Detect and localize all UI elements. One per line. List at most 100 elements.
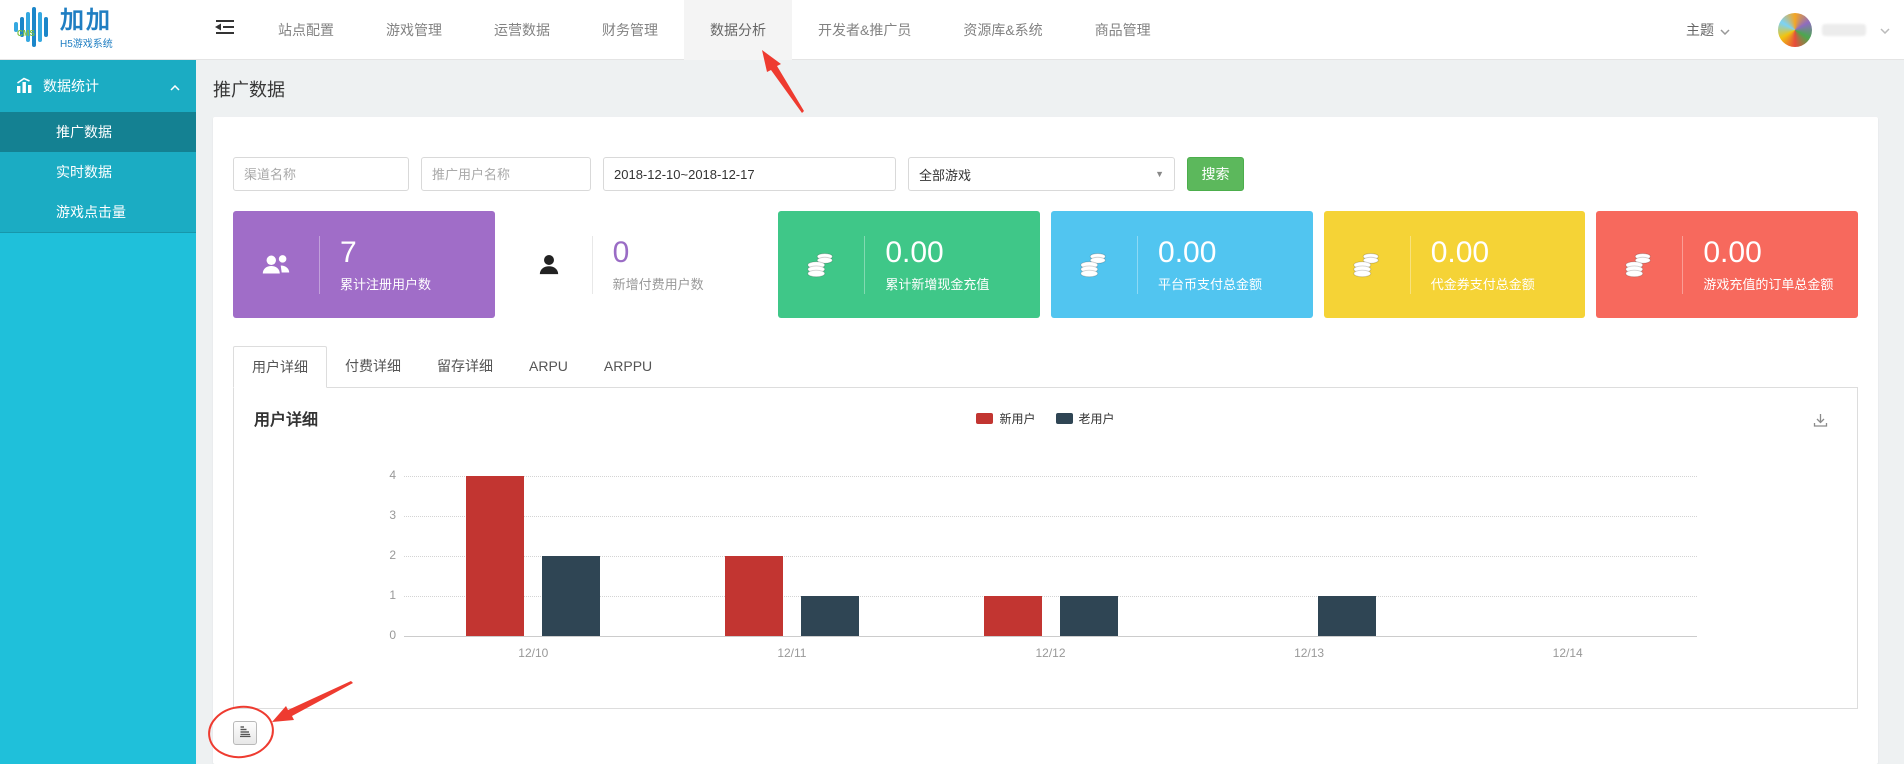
game-select-value: 全部游戏 [919, 165, 971, 184]
chevron-down-icon [1720, 22, 1730, 38]
chevron-up-icon [170, 78, 180, 94]
username-redacted [1822, 24, 1866, 36]
logo-icon: CMS [10, 5, 54, 54]
nav-item-data-analysis[interactable]: 数据分析 [684, 0, 792, 60]
logo-text: 加加 H5游戏系统 [60, 9, 113, 50]
nav-item-resource-system[interactable]: 资源库&系统 [937, 0, 1068, 60]
nav-item-operation-data[interactable]: 运营数据 [468, 0, 576, 60]
stat-text: 0.00 累计新增现金充值 [885, 236, 989, 293]
page-title: 推广数据 [196, 60, 1904, 102]
sidebar-group-statistics: 数据统计 推广数据实时数据游戏点击量 [0, 60, 196, 233]
promo-user-input[interactable] [421, 157, 591, 191]
stat-text: 0.00平台币支付总金额 [1158, 236, 1262, 293]
tab-arpu[interactable]: ARPU [511, 346, 586, 387]
stat-label: 新增付费用户数 [613, 274, 704, 293]
user-icon [506, 250, 592, 280]
stats-row: 7累计注册用户数0新增付费用户数0.00累计新增现金充值0.00平台币支付总金额… [233, 211, 1858, 318]
coins-icon [1051, 248, 1137, 282]
stat-divider [1137, 236, 1138, 294]
stat-value: 7 [340, 236, 431, 270]
stat-divider [319, 236, 320, 294]
theme-dropdown[interactable]: 主题 [1686, 20, 1730, 40]
logo[interactable]: CMS 加加 H5游戏系统 [0, 0, 196, 60]
y-axis-tick-label: 0 [368, 628, 396, 642]
tab-pay-detail[interactable]: 付费详细 [327, 346, 419, 387]
chart-toolbox-button[interactable] [233, 721, 257, 745]
stat-label: 累计新增现金充值 [885, 274, 989, 293]
stat-label: 游戏充值的订单总金额 [1703, 274, 1833, 293]
stat-value: 0.00 [1703, 236, 1833, 270]
avatar[interactable] [1778, 13, 1812, 47]
nav-item-game-management[interactable]: 游戏管理 [360, 0, 468, 60]
search-button[interactable]: 搜索 [1187, 157, 1244, 191]
stat-divider [592, 236, 593, 294]
tab-retention-detail[interactable]: 留存详细 [419, 346, 511, 387]
coins-icon [778, 248, 864, 282]
sidebar-menu: 推广数据实时数据游戏点击量 [0, 112, 196, 232]
game-select[interactable]: 全部游戏 ▼ [908, 157, 1175, 191]
stat-text: 0.00 游戏充值的订单总金额 [1703, 236, 1833, 293]
coins-icon [1324, 248, 1410, 282]
sidebar-item-promo-data[interactable]: 推广数据 [0, 112, 196, 152]
x-axis-tick-label: 12/13 [1180, 646, 1439, 660]
app-header: CMS 加加 H5游戏系统 站点配置游戏管理运营数据财务管理数据分析开发者&推广… [0, 0, 1904, 60]
x-axis-tick-label: 12/12 [921, 646, 1180, 660]
stat-text: 0.00 代金券支付总金额 [1431, 236, 1535, 293]
stat-card-platform-coin-total: 0.00平台币支付总金额 [1051, 211, 1313, 318]
select-caret-icon: ▼ [1155, 169, 1164, 179]
stat-card-new-paying-users: 0 新增付费用户数 [506, 211, 768, 318]
y-axis-tick-label: 4 [368, 468, 396, 482]
x-axis-line [404, 636, 1697, 637]
gridline [404, 516, 1697, 517]
y-axis-tick-label: 3 [368, 508, 396, 522]
filter-row: 全部游戏 ▼ 搜索 [233, 157, 1858, 191]
outdent-icon [215, 19, 235, 40]
users-icon [233, 248, 319, 282]
x-axis-tick-label: 12/11 [663, 646, 922, 660]
sidebar-item-game-clicks[interactable]: 游戏点击量 [0, 192, 196, 232]
nav-item-finance-management[interactable]: 财务管理 [576, 0, 684, 60]
x-axis-tick-label: 12/14 [1438, 646, 1697, 660]
stat-text: 0 新增付费用户数 [613, 236, 704, 293]
x-axis-tick-label: 12/10 [404, 646, 663, 660]
stat-value: 0.00 [1431, 236, 1535, 270]
gridline [404, 476, 1697, 477]
tab-user-detail[interactable]: 用户详细 [233, 346, 327, 388]
sidebar-group-label: 数据统计 [43, 76, 99, 96]
stat-value: 0 [613, 236, 704, 270]
sidebar-item-realtime-data[interactable]: 实时数据 [0, 152, 196, 192]
chart-bar [466, 476, 524, 636]
date-range-input[interactable] [603, 157, 896, 191]
stat-divider [1410, 236, 1411, 294]
stat-label: 累计注册用户数 [340, 274, 431, 293]
stat-label: 平台币支付总金额 [1158, 274, 1262, 293]
user-menu-chevron-icon[interactable] [1880, 21, 1890, 39]
chart-bar [725, 556, 783, 636]
main-content: 推广数据 全部游戏 ▼ 搜索 7 累计注册用户数 0 新增付费用户数 0.00 累计新增现… [196, 60, 1904, 764]
stat-value: 0.00 [885, 236, 989, 270]
stat-card-cash-recharge: 0.00 累计新增现金充值 [778, 211, 1040, 318]
coins-icon [1596, 248, 1682, 282]
detail-tabs: 用户详细付费详细留存详细ARPUARPPU [233, 346, 1858, 388]
y-axis-tick-label: 1 [368, 588, 396, 602]
chart-bar [1318, 596, 1376, 636]
stat-card-voucher-total: 0.00 代金券支付总金额 [1324, 211, 1586, 318]
page: CMS 加加 H5游戏系统 站点配置游戏管理运营数据财务管理数据分析开发者&推广… [0, 0, 1904, 764]
nav-item-developer-promoter[interactable]: 开发者&推广员 [792, 0, 937, 60]
tab-arppu[interactable]: ARPPU [586, 346, 670, 387]
stat-label: 代金券支付总金额 [1431, 274, 1535, 293]
chart-plot-area: 0 1 2 3 4 12/1012/1112/1212/1312/14 [234, 388, 1857, 708]
sidebar-collapse-button[interactable] [208, 0, 242, 60]
nav-item-product-management[interactable]: 商品管理 [1069, 0, 1177, 60]
horizontal-bars-icon [238, 724, 252, 743]
nav-item-site-config[interactable]: 站点配置 [252, 0, 360, 60]
logo-title: 加加 [60, 9, 113, 33]
chart-bar [801, 596, 859, 636]
chart-bar [542, 556, 600, 636]
y-axis-tick-label: 2 [368, 548, 396, 562]
chart-panel: 用户详细 新用户老用户 0123412/1012/1112/1212/1312/… [233, 388, 1858, 709]
sidebar-group-header[interactable]: 数据统计 [0, 60, 196, 112]
header-right: 主题 [1686, 13, 1904, 47]
channel-name-input[interactable] [233, 157, 409, 191]
stat-text: 7 累计注册用户数 [340, 236, 431, 293]
